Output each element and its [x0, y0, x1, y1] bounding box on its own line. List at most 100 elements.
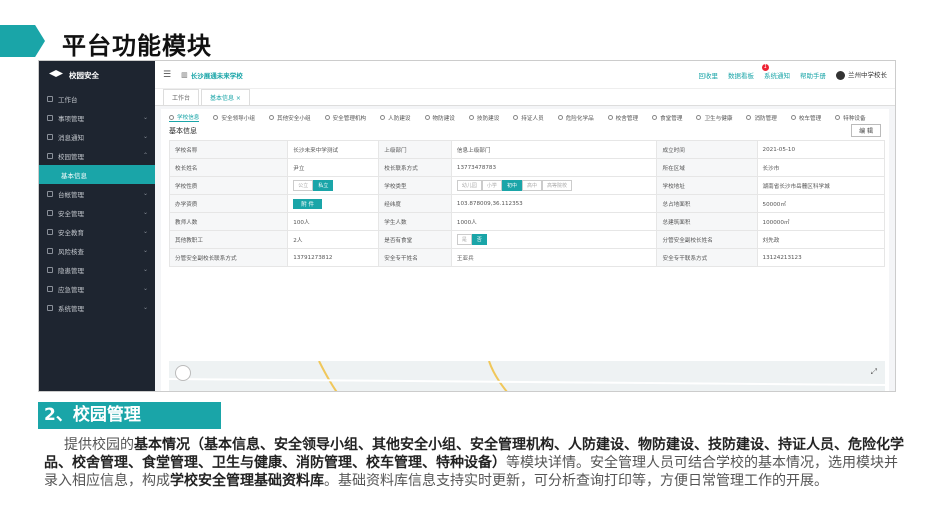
module-icon	[169, 114, 174, 120]
sidebar-item[interactable]: 安全教育 ⌄	[39, 222, 155, 241]
field-label: 分管安全副校长联系方式	[168, 248, 289, 267]
option-pill[interactable]: 否	[471, 234, 487, 245]
section-header: 基本信息 编 辑	[161, 122, 889, 139]
module-icon	[607, 115, 613, 120]
sidebar-item[interactable]: 基本信息	[39, 165, 155, 184]
edit-button[interactable]: 编 辑	[851, 124, 881, 137]
module-tab[interactable]: 食堂管理	[652, 113, 682, 122]
menu-toggle-icon[interactable]: ☰	[163, 70, 171, 80]
sidebar-item[interactable]: 应急管理 ⌄	[39, 279, 155, 298]
sidebar-item[interactable]: 消息通知 ⌄	[39, 127, 155, 146]
chevron-down-icon: ⌄	[142, 190, 148, 197]
field-value: 公立 私立	[287, 176, 380, 195]
sidebar-item-label: 校园管理	[58, 152, 84, 161]
module-tab-label: 特种设备	[843, 115, 866, 122]
field-label: 是否有食堂	[378, 230, 452, 249]
option-pill[interactable]: 小学	[481, 180, 502, 191]
module-tab-label: 物防建设	[432, 115, 455, 122]
sidebar-item[interactable]: 事项管理 ⌄	[39, 108, 155, 127]
option-pill[interactable]: 私立	[313, 180, 334, 191]
module-icon	[424, 115, 430, 120]
module-tab[interactable]: 危险化学品	[557, 113, 594, 122]
notification-link[interactable]: 1 系统通知	[762, 63, 790, 80]
map-zoom-control[interactable]	[175, 365, 191, 381]
field-label: 学校地址	[656, 176, 758, 195]
module-icon	[513, 115, 519, 120]
sidebar-item-label: 基本信息	[61, 171, 87, 180]
field-value: 是否	[450, 230, 658, 249]
section-title: 基本信息	[169, 126, 197, 135]
module-tab[interactable]: 人防建设	[380, 113, 411, 122]
module-tab[interactable]: 校舍管理	[607, 113, 638, 122]
module-tab[interactable]: 安全管理机构	[324, 113, 366, 122]
check-icon	[47, 247, 53, 254]
sidebar-item-label: 事项管理	[58, 114, 84, 123]
module-tab[interactable]: 技防建设	[468, 113, 500, 122]
module-tab[interactable]: 消防管理	[746, 113, 777, 122]
option-pill[interactable]: 幼儿园	[456, 180, 482, 191]
sidebar-item[interactable]: 工作台	[39, 89, 155, 108]
module-icon	[557, 115, 563, 120]
gear-icon	[47, 304, 53, 311]
field-label: 其他教职工	[168, 230, 289, 249]
module-tab[interactable]: 特种设备	[835, 113, 866, 122]
field-value: 王亚兵	[450, 248, 658, 267]
dashboard-link[interactable]: 数据看板	[728, 70, 754, 80]
field-label: 办学资质	[168, 194, 289, 213]
road-line	[488, 361, 508, 391]
expand-icon[interactable]: ⤢	[871, 367, 877, 377]
sidebar-item[interactable]: 校园管理 ⌃	[39, 146, 155, 165]
tab-workbench[interactable]: 工作台	[163, 89, 200, 105]
chevron-down-icon: ⌃	[142, 152, 148, 159]
content-panel: 学校信息 安全领导小组 其他安全小组 安全管理机构 人防建设 物防建设 技防建设 持证人员 危险…	[161, 109, 889, 391]
main-area: ☰ ▥ 长沙展通未来学校 回收里 数据看板 1 系统通知 帮助手册 兰州中学校长 工…	[155, 61, 895, 391]
option-pill[interactable]: 初中	[501, 180, 522, 191]
tab-basic-info[interactable]: 基本信息 ×	[201, 89, 250, 105]
emergency-icon	[47, 285, 53, 292]
option-pill[interactable]: 是	[456, 234, 472, 245]
help-link[interactable]: 帮助手册	[800, 70, 826, 80]
sidebar-item[interactable]: 隐患管理 ⌄	[39, 260, 155, 279]
chevron-down-icon: ⌄	[142, 228, 148, 235]
field-label: 校长联系方式	[378, 158, 452, 177]
module-tab[interactable]: 持证人员	[513, 113, 544, 122]
module-tab-label: 危险化学品	[565, 115, 594, 122]
field-value: 长沙未来中学测试	[287, 140, 380, 159]
description-paragraph: 提供校园的基本情况（基本信息、安全领导小组、其他安全小组、安全管理机构、人防建设…	[44, 437, 904, 489]
module-tab[interactable]: 物防建设	[424, 113, 455, 122]
user-menu[interactable]: 兰州中学校长	[836, 69, 887, 80]
field-label: 分管安全副校长姓名	[656, 230, 758, 249]
sidebar-item[interactable]: 风险核查 ⌄	[39, 241, 155, 260]
option-pill[interactable]: 高中	[521, 180, 542, 191]
module-icon	[380, 115, 386, 120]
field-label: 学校性质	[168, 176, 289, 195]
module-tab[interactable]: 其他安全小组	[268, 113, 311, 122]
module-tab-label: 学校信息	[177, 115, 200, 121]
map-canvas: 🎓	[169, 361, 885, 391]
module-tab[interactable]: 学校信息	[169, 113, 200, 122]
module-tab[interactable]: 校车管理	[790, 113, 821, 122]
recycle-link[interactable]: 回收里	[699, 70, 719, 80]
sidebar-item[interactable]: 系统管理 ⌄	[39, 298, 155, 317]
module-tab-label: 技防建设	[476, 115, 500, 122]
option-pill[interactable]: 高等院校	[541, 180, 572, 191]
field-label: 学校类型	[378, 176, 452, 195]
field-value: 刘先政	[756, 230, 886, 249]
sidebar-item-label: 台帐管理	[58, 190, 84, 199]
field-value: 附 件	[287, 194, 380, 213]
app-logo[interactable]: 校园安全	[39, 61, 155, 89]
field-value: 13773478783	[450, 158, 658, 177]
sidebar-item[interactable]: 安全管理 ⌄	[39, 203, 155, 222]
map-view[interactable]: 🎓 ⤢	[169, 361, 885, 391]
attachment-button[interactable]: 附 件	[293, 198, 323, 209]
module-icon	[835, 115, 841, 120]
table-row: 分管安全副校长联系方式 13791273812 安全专干姓名 王亚兵 安全专干联系方式 1…	[168, 248, 886, 267]
sidebar-item[interactable]: 台帐管理 ⌄	[39, 184, 155, 203]
option-pill[interactable]: 公立	[293, 180, 314, 191]
module-icon	[652, 115, 658, 120]
field-value: 2021-05-10	[756, 140, 886, 159]
sidebar-item-label: 应急管理	[58, 285, 84, 294]
module-tab[interactable]: 卫生与健康	[696, 113, 732, 122]
module-tab[interactable]: 安全领导小组	[213, 113, 255, 122]
field-label: 学校名称	[168, 140, 289, 159]
